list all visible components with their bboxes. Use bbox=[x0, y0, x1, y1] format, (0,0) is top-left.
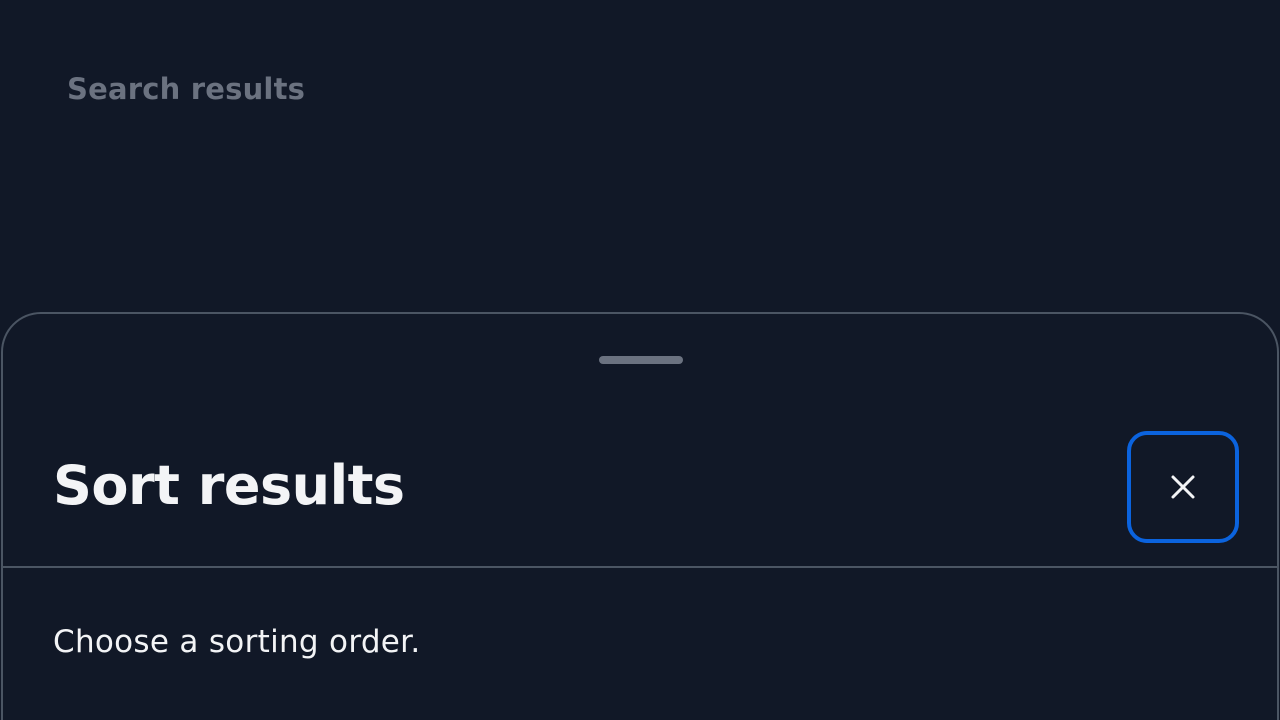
page-heading: Search results bbox=[67, 72, 306, 106]
sort-bottom-sheet: Sort results Choose a sorting order. bbox=[1, 312, 1279, 720]
sheet-description: Choose a sorting order. bbox=[53, 624, 421, 660]
close-button[interactable] bbox=[1127, 431, 1239, 543]
drag-handle[interactable] bbox=[599, 356, 683, 364]
header-divider bbox=[3, 566, 1279, 568]
close-icon bbox=[1170, 474, 1196, 500]
sheet-title: Sort results bbox=[53, 454, 405, 517]
page: Search results Sort results Choose a sor… bbox=[0, 0, 1280, 720]
